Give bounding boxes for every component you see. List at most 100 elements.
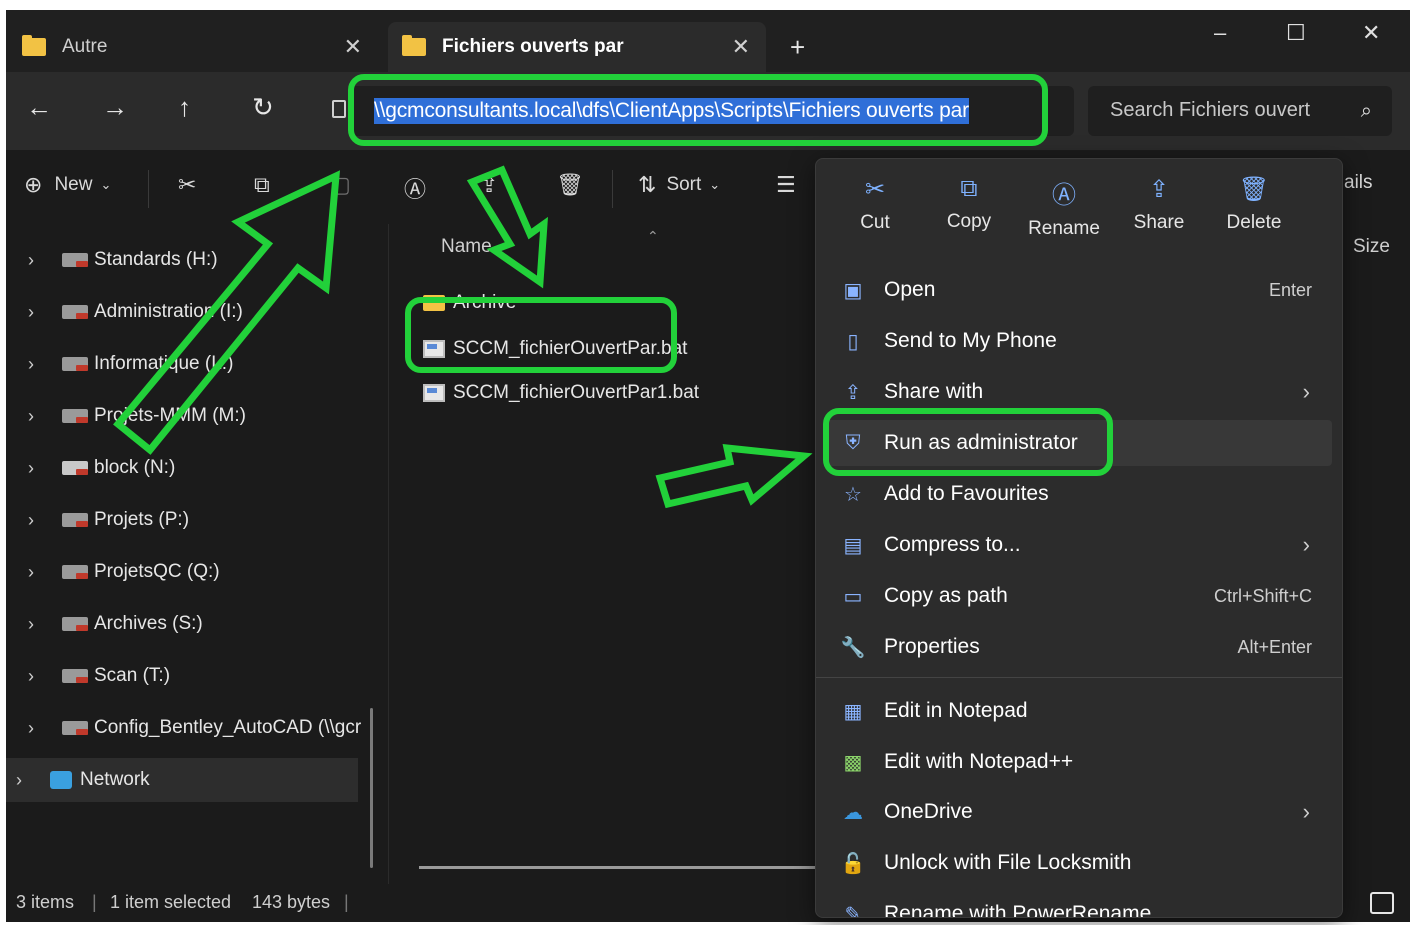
menu-item-edit-in-notepad[interactable]: ▦ Edit in Notepad	[824, 688, 1332, 734]
shield-icon: ⛨	[845, 431, 861, 454]
chevron-right-icon[interactable]: ›	[28, 354, 50, 375]
close-tab-icon[interactable]: ✕	[732, 34, 750, 60]
cloud-icon: ☁	[843, 801, 863, 824]
copy-path-icon: ▭	[843, 585, 863, 608]
menu-item-compress-to[interactable]: ▤ Compress to... ›	[824, 522, 1332, 568]
folder-icon	[402, 35, 426, 56]
chevron-right-icon[interactable]: ›	[16, 770, 38, 791]
wrench-icon: 🔧	[840, 636, 866, 659]
rename-icon[interactable]: Ⓐ	[404, 172, 426, 204]
details-button[interactable]: ails	[1344, 172, 1373, 194]
menu-item-share-with[interactable]: ⇪ Share with ›	[824, 369, 1332, 415]
sidebar-item-informatique[interactable]: › Informatique (L:)	[6, 342, 366, 386]
chevron-right-icon[interactable]: ›	[28, 406, 50, 427]
menu-item-label: Unlock with File Locksmith	[884, 851, 1132, 874]
copy-icon[interactable]: ⧉	[254, 172, 270, 198]
close-window-button[interactable]: ✕	[1362, 20, 1380, 46]
powerrename-icon: ✎	[844, 903, 862, 918]
sidebar-item-label: Standards (H:)	[94, 249, 218, 270]
menu-item-copy-as-path[interactable]: ▭ Copy as path Ctrl+Shift+C	[824, 573, 1332, 619]
search-box[interactable]: Search Fichiers ouvert ⌕	[1088, 86, 1392, 136]
menu-item-open[interactable]: ▣ Open Enter	[824, 267, 1332, 313]
menu-item-edit-with-notepadpp[interactable]: ▩ Edit with Notepad++	[824, 739, 1332, 785]
quick-action-delete[interactable]: 🗑 Delete	[1209, 175, 1299, 234]
refresh-icon[interactable]: ↻	[252, 92, 274, 123]
sidebar-item-label: Archives (S:)	[94, 613, 203, 634]
quick-action-share[interactable]: ⇪ Share	[1114, 175, 1204, 234]
paste-icon[interactable]: ▢	[330, 172, 351, 198]
column-header-name[interactable]: Name	[441, 236, 492, 258]
sidebar-item-config-bentley[interactable]: › Config_Bentley_AutoCAD (\\gcr	[6, 706, 366, 750]
chevron-right-icon: ›	[1302, 799, 1310, 824]
menu-item-onedrive[interactable]: ☁ OneDrive ›	[824, 789, 1332, 835]
up-arrow-icon[interactable]: ↑	[178, 92, 191, 123]
back-arrow-icon[interactable]: ←	[26, 92, 52, 123]
quick-action-copy[interactable]: ⧉ Copy	[924, 175, 1014, 233]
forward-arrow-icon[interactable]: →	[102, 92, 128, 123]
sidebar-item-scan[interactable]: › Scan (T:)	[6, 654, 366, 698]
sidebar-scrollbar[interactable]	[370, 708, 373, 868]
sidebar-item-label: Administration (I:)	[94, 301, 243, 322]
tiles-view-icon[interactable]	[1370, 892, 1394, 914]
chevron-down-icon: ⌄	[709, 177, 721, 192]
menu-item-run-as-administrator[interactable]: ⛨ Run as administrator	[824, 420, 1332, 466]
folder-icon	[423, 295, 445, 311]
new-label: New	[54, 174, 93, 195]
search-icon[interactable]: ⌕	[1361, 100, 1372, 123]
chevron-right-icon[interactable]: ›	[28, 458, 50, 479]
menu-item-add-to-favourites[interactable]: ☆ Add to Favourites	[824, 471, 1332, 517]
horizontal-scrollbar[interactable]	[419, 866, 839, 869]
sidebar-item-projetsqc[interactable]: › ProjetsQC (Q:)	[6, 550, 366, 594]
address-path[interactable]: \\gcmconsultants.local\dfs\ClientApps\Sc…	[374, 98, 969, 124]
share-icon[interactable]: ⇪	[480, 172, 498, 198]
menu-item-send-to-phone[interactable]: ▯ Send to My Phone	[824, 318, 1332, 364]
file-name: SCCM_fichierOuvertPar1.bat	[453, 382, 700, 403]
chevron-right-icon[interactable]: ›	[28, 302, 50, 323]
sidebar-item-block[interactable]: › block (N:)	[6, 446, 366, 490]
list-item-folder[interactable]: Archive	[423, 292, 516, 314]
network-drive-icon	[62, 721, 88, 735]
list-item-selected-file[interactable]: SCCM_fichierOuvertPar.bat	[423, 338, 687, 360]
chevron-right-icon[interactable]: ›	[28, 250, 50, 271]
menu-item-label: Run as administrator	[884, 431, 1078, 454]
quick-action-cut[interactable]: ✂ Cut	[830, 175, 920, 234]
tab-label: Autre	[62, 36, 108, 57]
maximize-button[interactable]: ☐	[1286, 20, 1306, 46]
tab-autre[interactable]: Autre ✕	[6, 22, 378, 72]
list-item-file[interactable]: SCCM_fichierOuvertPar1.bat	[423, 382, 699, 404]
quick-action-rename[interactable]: Ⓐ Rename	[1019, 175, 1109, 240]
chevron-right-icon[interactable]: ›	[28, 614, 50, 635]
sidebar-item-projets-mmm[interactable]: › Projets-MMM (M:)	[6, 394, 366, 438]
close-tab-icon[interactable]: ✕	[344, 34, 362, 60]
archive-icon: ▤	[843, 534, 863, 557]
sort-icon: ⇅	[638, 172, 657, 197]
quick-action-label: Cut	[860, 212, 890, 233]
sidebar-item-projets[interactable]: › Projets (P:)	[6, 498, 366, 542]
menu-item-properties[interactable]: 🔧 Properties Alt+Enter	[824, 624, 1332, 670]
sidebar-item-network[interactable]: › Network	[6, 758, 358, 802]
sidebar-item-standards[interactable]: › Standards (H:)	[6, 238, 366, 282]
view-icon[interactable]: ☰	[776, 172, 796, 198]
sort-label: Sort	[666, 174, 702, 195]
cut-icon[interactable]: ✂	[178, 172, 196, 198]
new-button[interactable]: ⊕ New ⌄	[24, 172, 111, 198]
plus-circle-icon: ⊕	[24, 172, 43, 197]
chevron-right-icon: ›	[1302, 379, 1310, 404]
new-tab-button[interactable]: +	[790, 32, 805, 63]
chevron-right-icon[interactable]: ›	[28, 718, 50, 739]
sort-button[interactable]: ⇅ Sort ⌄	[638, 172, 720, 198]
chevron-right-icon[interactable]: ›	[28, 562, 50, 583]
address-bar[interactable]: \\gcmconsultants.local\dfs\ClientApps\Sc…	[350, 86, 1074, 136]
tab-fichiers-ouverts-par[interactable]: Fichiers ouverts par ✕	[388, 22, 766, 72]
chevron-right-icon[interactable]: ›	[28, 510, 50, 531]
sidebar-item-administration[interactable]: › Administration (I:)	[6, 290, 366, 334]
column-header-size[interactable]: Size	[1353, 236, 1390, 258]
phone-icon: ▯	[847, 330, 859, 353]
minimize-button[interactable]: –	[1214, 20, 1226, 46]
quick-action-label: Rename	[1028, 218, 1100, 239]
delete-icon[interactable]: 🗑	[556, 172, 584, 198]
chevron-right-icon[interactable]: ›	[28, 666, 50, 687]
sidebar-item-archives[interactable]: › Archives (S:)	[6, 602, 366, 646]
menu-item-unlock-file-locksmith[interactable]: 🔓 Unlock with File Locksmith	[824, 840, 1332, 886]
menu-item-rename-powerrename[interactable]: ✎ Rename with PowerRename	[824, 891, 1332, 918]
